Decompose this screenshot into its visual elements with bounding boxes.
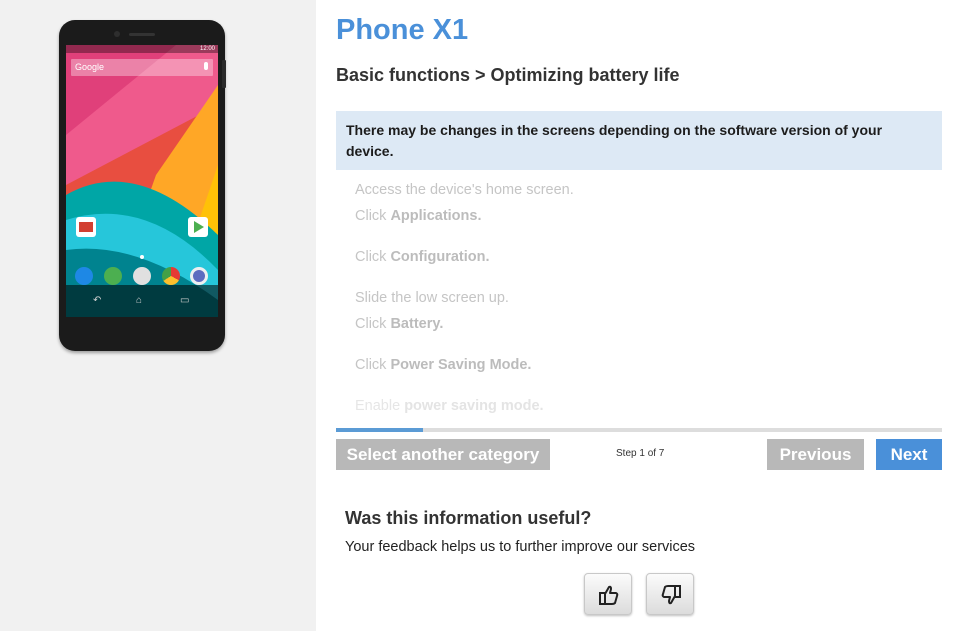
- step-text: Click: [355, 357, 391, 373]
- thumbs-down-icon: [661, 585, 681, 605]
- phone-side-button: [222, 60, 226, 88]
- phone-camera: [114, 31, 120, 37]
- thumbs-up-button[interactable]: [584, 573, 632, 615]
- step-highlight: Applications.: [390, 208, 482, 224]
- step-text: Enable: [355, 398, 405, 414]
- phone-speaker: [129, 33, 155, 36]
- breadcrumb: Basic functions > Optimizing battery lif…: [336, 65, 680, 85]
- step-3-line-1: Slide the low screen up.: [355, 290, 509, 306]
- phone-search-bar: Google: [71, 59, 213, 76]
- step-text: Click: [355, 316, 391, 332]
- search-bar-label: Google: [75, 62, 105, 72]
- mic-icon: [204, 62, 208, 70]
- step-indicator: Step 1 of 7: [616, 448, 665, 459]
- hangouts-icon: [104, 267, 122, 285]
- navigation-bar: ↶ ⌂ ▭: [66, 285, 218, 317]
- select-another-category-button[interactable]: Select another category: [336, 439, 550, 470]
- back-icon: ↶: [93, 295, 102, 306]
- previous-button[interactable]: Previous: [767, 439, 864, 470]
- step-3-line-2: Click Battery.: [355, 316, 443, 332]
- next-button[interactable]: Next: [876, 439, 942, 470]
- software-version-notice: There may be changes in the screens depe…: [336, 111, 942, 170]
- page-indicator-dot: [140, 255, 144, 259]
- page-title: Phone X1: [336, 14, 469, 46]
- step-highlight: Configuration.: [390, 249, 490, 265]
- chrome-icon: [162, 267, 180, 285]
- step-text: Click: [355, 208, 391, 224]
- step-4: Click Power Saving Mode.: [355, 357, 531, 373]
- thumbs-up-icon: [599, 585, 619, 605]
- step-progress-bar: [336, 428, 942, 432]
- step-1-line-2: Click Applications.: [355, 208, 482, 224]
- step-highlight: Power Saving Mode.: [390, 357, 532, 373]
- play-store-icon: [188, 217, 208, 237]
- camera-app-icon: [190, 267, 208, 285]
- feedback-subtitle: Your feedback helps us to further improv…: [345, 539, 696, 555]
- step-progress-fill: [336, 428, 423, 432]
- gmail-icon: [76, 217, 96, 237]
- step-1-line-1: Access the device's home screen.: [355, 182, 574, 198]
- step-highlight: power saving mode.: [404, 398, 544, 414]
- step-2: Click Configuration.: [355, 249, 490, 265]
- thumbs-down-button[interactable]: [646, 573, 694, 615]
- step-5: Enable power saving mode.: [355, 398, 544, 414]
- status-bar: 12:00: [66, 45, 218, 53]
- status-time: 12:00: [199, 46, 215, 52]
- phone-app-icon: [75, 267, 93, 285]
- step-highlight: Battery.: [390, 316, 444, 332]
- device-image-panel: 12:00 Google ↶ ⌂ ▭: [0, 0, 316, 631]
- app-drawer-icon: [133, 267, 151, 285]
- step-text: Click: [355, 249, 391, 265]
- phone-screen: 12:00 Google ↶ ⌂ ▭: [66, 45, 218, 317]
- phone-image: 12:00 Google ↶ ⌂ ▭: [59, 20, 226, 351]
- feedback-question: Was this information useful?: [345, 508, 592, 528]
- recents-icon: ▭: [180, 295, 190, 306]
- home-icon: ⌂: [136, 295, 143, 306]
